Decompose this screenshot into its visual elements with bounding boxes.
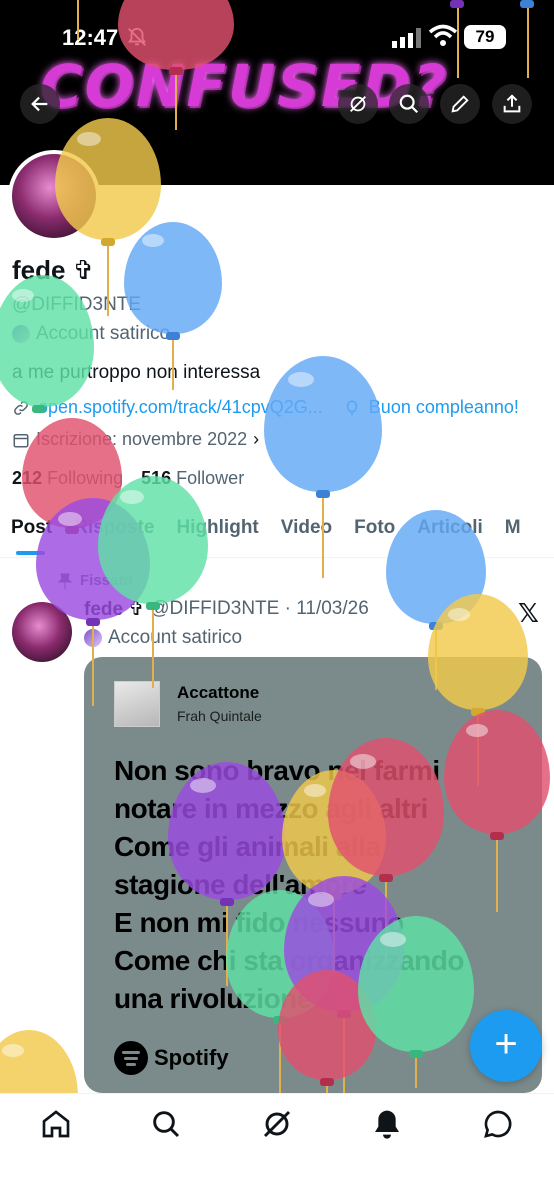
tab-highlight[interactable]: Highlight	[165, 508, 269, 557]
status-time: 12:47	[62, 25, 119, 50]
birthday-text[interactable]: Buon compleanno!	[369, 397, 519, 418]
lyric-line: una rivoluzione	[114, 983, 312, 1014]
post-satire-text: Account satirico	[108, 627, 243, 648]
profile-handle: @DIFFID3NTE	[12, 294, 142, 315]
track-artist: Frah Quintale	[177, 708, 262, 724]
search-icon	[399, 94, 419, 114]
compose-button[interactable]: +	[470, 1010, 542, 1082]
wifi-icon	[428, 24, 458, 46]
bottom-nav	[0, 1093, 554, 1200]
satire-label-text: Account satirico	[36, 323, 171, 344]
followers-link[interactable]: 516 Follower	[141, 468, 244, 489]
chat-bubble-icon	[484, 1110, 512, 1138]
tab-post[interactable]: Post	[0, 508, 63, 557]
tab-foto[interactable]: Foto	[343, 508, 406, 557]
search-icon	[153, 1111, 180, 1138]
post-header: fede ✞ @DIFFID3NTE · 11/03/26	[84, 598, 369, 621]
nav-home[interactable]	[40, 1108, 72, 1140]
back-arrow-icon	[31, 96, 48, 112]
balloon-icon	[346, 400, 358, 415]
tab-articoli[interactable]: Articoli	[406, 508, 493, 557]
profile-tabs: Post Risposte Highlight Video Foto Artic…	[0, 508, 554, 558]
share-button[interactable]	[492, 84, 532, 124]
status-bar: 12:47 79	[0, 0, 554, 70]
grok-button[interactable]	[338, 84, 378, 124]
battery-indicator: 79	[464, 25, 506, 49]
spotify-logo-icon	[114, 1041, 148, 1075]
album-cover	[114, 681, 160, 727]
lyric-line: E non mi fido nessuno	[114, 907, 404, 938]
profile-name: fede ✞	[12, 255, 95, 285]
link-icon	[14, 400, 28, 415]
joined-text: Iscrizione: novembre 2022	[36, 429, 248, 449]
x-logo-icon: 𝕏	[518, 598, 539, 628]
satire-label: Account satirico	[12, 323, 170, 345]
edit-button[interactable]	[440, 84, 480, 124]
pinned-label: Fissato	[58, 572, 133, 589]
satire-badge-icon	[12, 325, 30, 343]
pin-icon	[58, 573, 72, 589]
post-meta: @DIFFID3NTE · 11/03/26	[150, 598, 369, 619]
signal-icon	[392, 28, 421, 48]
search-button[interactable]	[389, 84, 429, 124]
lyric-line: stagione dell'amore	[114, 869, 367, 900]
grok-icon	[263, 1110, 291, 1138]
lyric-line: notare in mezzo agli altri	[114, 793, 428, 824]
home-icon	[42, 1110, 70, 1138]
spotify-lyrics-card[interactable]: Accattone Frah Quintale Non sono bravo n…	[84, 657, 542, 1093]
spotify-brand-text: Spotify	[154, 1045, 229, 1070]
track-title: Accattone	[177, 683, 260, 702]
spotify-brand: Spotify	[114, 1041, 229, 1075]
post-author-name[interactable]: fede ✞	[84, 598, 144, 621]
nav-notifications[interactable]	[371, 1108, 403, 1140]
nav-messages[interactable]	[482, 1108, 514, 1140]
tab-risposte[interactable]: Risposte	[63, 508, 165, 557]
following-link[interactable]: 212 Following	[12, 468, 123, 489]
grok-icon	[350, 96, 366, 112]
lyric-line: Come gli animali alla	[114, 831, 381, 862]
nav-search[interactable]	[150, 1108, 182, 1140]
profile-avatar[interactable]	[8, 150, 100, 242]
pencil-icon	[451, 95, 469, 113]
calendar-icon	[13, 433, 29, 447]
lyric-line: Come chi sta organizzando	[114, 945, 465, 976]
lyric-line: Non sono bravo nel farmi	[114, 755, 440, 786]
chevron-right-icon[interactable]: ›	[253, 429, 259, 450]
mute-bell-icon	[127, 27, 147, 46]
profile-link[interactable]: open.spotify.com/track/41cpvQ2G...	[38, 397, 323, 418]
nav-grok[interactable]	[261, 1108, 293, 1140]
profile-bio: a me purtroppo non interessa	[12, 362, 261, 383]
bell-icon	[375, 1110, 399, 1139]
joined-row: Iscrizione: novembre 2022 ›	[12, 429, 259, 450]
follow-stats: 212 Following 516 Follower	[12, 468, 244, 489]
satire-badge-icon	[84, 629, 102, 647]
pinned-text: Fissato	[80, 572, 133, 589]
back-button[interactable]	[20, 84, 60, 124]
post-avatar[interactable]	[12, 602, 72, 662]
share-icon	[503, 94, 521, 113]
post-satire-label: Account satirico	[84, 627, 242, 649]
profile-links-row: open.spotify.com/track/41cpvQ2G... Buon …	[12, 397, 552, 418]
tab-more[interactable]: M	[494, 508, 532, 557]
tab-video[interactable]: Video	[270, 508, 343, 557]
